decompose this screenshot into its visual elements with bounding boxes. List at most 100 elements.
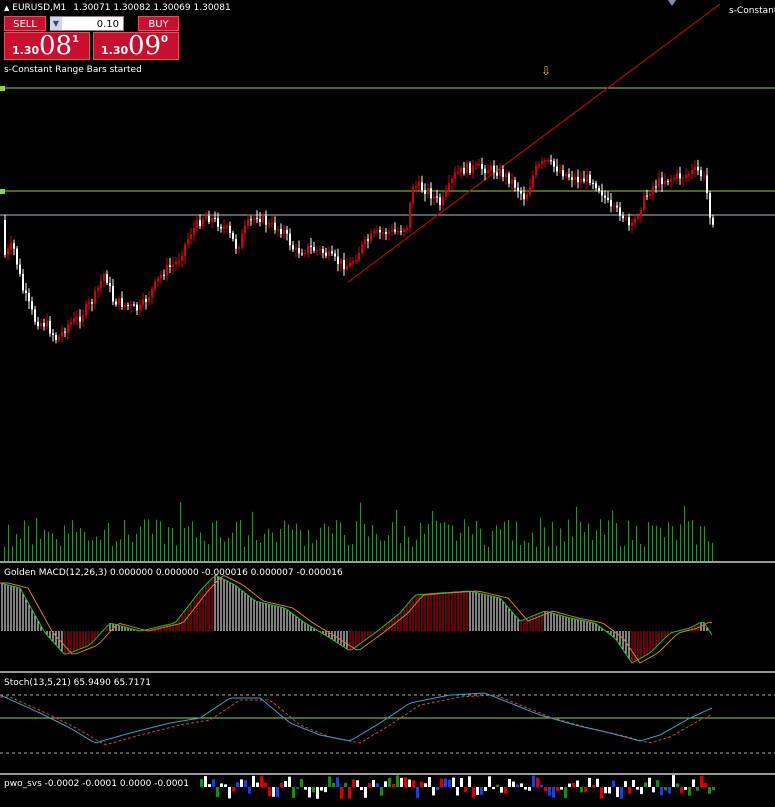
sell-button[interactable]: SELL: [4, 16, 46, 31]
volume-bar: [316, 539, 317, 561]
candle-body: [442, 196, 444, 205]
price-chart-svg: [0, 0, 775, 561]
sell-price-button[interactable]: 1.30 08 1: [4, 31, 90, 61]
candle-body: [268, 222, 270, 225]
volume-bar: [164, 543, 165, 561]
candle-body: [64, 331, 66, 333]
buy-price-sup: 0: [161, 34, 168, 45]
candle-body: [532, 175, 534, 187]
volume-bar: [148, 519, 149, 561]
candle-body: [241, 233, 243, 248]
candle-body: [481, 163, 483, 169]
volume-bar: [84, 531, 85, 561]
down-arrow-icon: ⇩: [541, 64, 552, 78]
volume-bar: [56, 539, 57, 561]
candle-body: [544, 160, 546, 162]
candle-body: [556, 166, 558, 172]
oscillator-bar: [660, 787, 663, 796]
candle-body: [205, 215, 207, 220]
volume-bar: [672, 526, 673, 561]
candle-body: [346, 266, 348, 270]
volume-bar: [4, 546, 5, 561]
oscillator-bar: [604, 787, 607, 794]
candle-body: [448, 182, 450, 191]
oscillator-bar: [448, 779, 451, 787]
oscillator-bar: [632, 779, 635, 787]
buy-button[interactable]: BUY: [138, 16, 179, 31]
volume-bar: [52, 533, 53, 561]
volume-bar: [692, 520, 693, 561]
candle-body: [115, 301, 117, 305]
volume-bar: [100, 539, 101, 561]
indicator-name-label: s-Constant: [729, 6, 775, 16]
volume-bar: [28, 525, 29, 561]
candle-body: [52, 333, 54, 336]
candle-body: [661, 177, 663, 185]
candle-body: [43, 322, 45, 327]
volume-bar: [128, 534, 129, 561]
candle-body: [565, 174, 567, 177]
candle-body: [223, 226, 225, 229]
volume-bar: [160, 521, 161, 561]
candle-body: [145, 299, 147, 302]
candle-body: [499, 169, 501, 176]
candle-body: [16, 248, 18, 265]
volume-bar: [680, 524, 681, 561]
candle-body: [295, 248, 297, 250]
volume-bar: [400, 543, 401, 561]
oscillator-bar: [600, 787, 603, 799]
oscillator-bar: [244, 780, 247, 787]
candle-body: [598, 188, 600, 191]
volume-bar: [380, 540, 381, 561]
volume-bar: [232, 532, 233, 561]
volume-bar: [392, 522, 393, 561]
oscillator-bar: [636, 787, 639, 790]
volume-bar: [144, 519, 145, 561]
candle-body: [511, 180, 513, 184]
oscillator-bar: [300, 779, 303, 787]
candle-body: [379, 230, 381, 233]
candle-body: [571, 177, 573, 180]
candle-body: [247, 219, 249, 226]
oscillator-bar: [352, 779, 355, 787]
candle-body: [262, 215, 264, 222]
candle-body: [478, 163, 480, 165]
oscillator-bar: [212, 779, 215, 787]
oscillator-bar: [240, 779, 243, 787]
oscillator-bar: [256, 782, 259, 787]
candle-body: [592, 183, 594, 185]
macd-pane[interactable]: Golden MACD(12,26,3) 0.000000 0.000000 -…: [0, 563, 775, 671]
volume-bar: [96, 536, 97, 561]
stochastic-pane[interactable]: Stoch(13,5,21) 65.9490 65.7171: [0, 673, 775, 773]
candle-body: [109, 282, 111, 287]
volume-bar: [312, 543, 313, 561]
candle-body: [703, 175, 705, 177]
volume-bar: [184, 527, 185, 561]
oscillator-pane[interactable]: pwo_svs -0.0002 -0.0001 0.0000 -0.0001: [0, 775, 775, 807]
oscillator-bar: [316, 787, 319, 799]
volume-bar: [572, 536, 573, 561]
oscillator-bar: [340, 787, 343, 799]
candle-body: [457, 172, 459, 174]
spinner-down-icon[interactable]: ▼: [50, 17, 62, 30]
oscillator-bar: [404, 777, 407, 787]
candle-body: [604, 195, 606, 198]
volume-bar: [120, 539, 121, 561]
volume-bar: [340, 522, 341, 561]
price-chart-pane[interactable]: ▲ EURUSD,M1 1.30071 1.30082 1.30069 1.30…: [0, 0, 775, 561]
candle-body: [688, 173, 690, 175]
oscillator-bar: [376, 783, 379, 787]
candle-body: [430, 188, 432, 199]
volume-bar: [328, 526, 329, 561]
candle-body: [460, 167, 462, 173]
volume-bar: [480, 528, 481, 561]
candle-body: [700, 170, 702, 177]
volume-bar: [20, 538, 21, 561]
candle-body: [382, 232, 384, 234]
candle-body: [586, 174, 588, 182]
buy-price-button[interactable]: 1.30 09 0: [93, 31, 179, 61]
candle-body: [652, 186, 654, 194]
candle-body: [58, 336, 60, 341]
volume-bar: [16, 533, 17, 561]
candle-body: [163, 274, 165, 276]
